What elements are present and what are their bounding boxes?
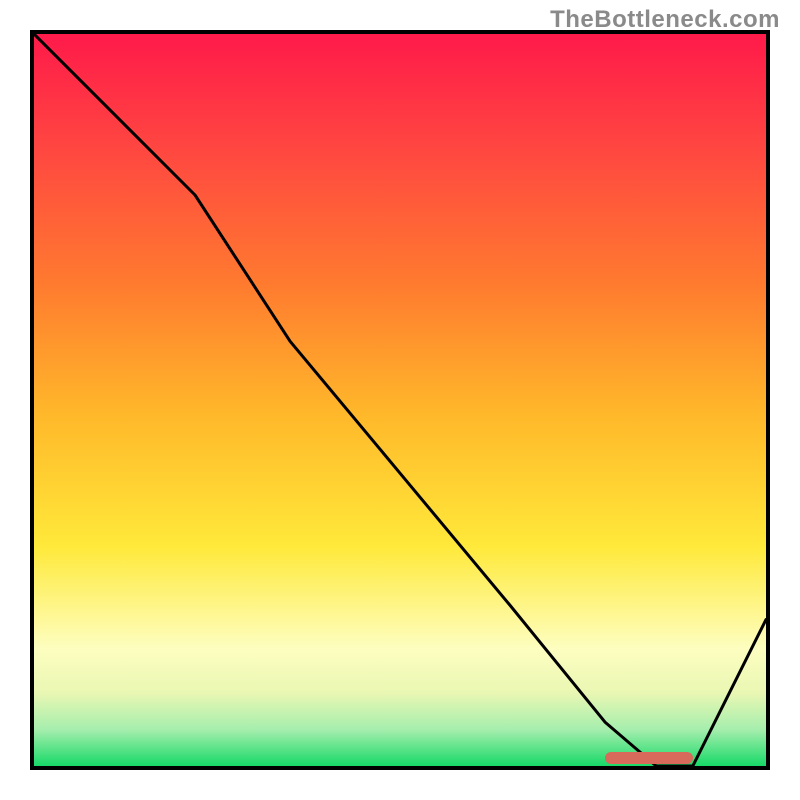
plot-frame bbox=[30, 30, 770, 770]
curve-svg bbox=[34, 34, 766, 766]
chart-canvas: TheBottleneck.com bbox=[0, 0, 800, 800]
sweet-spot-bar bbox=[605, 752, 693, 764]
bottleneck-curve bbox=[34, 34, 766, 766]
